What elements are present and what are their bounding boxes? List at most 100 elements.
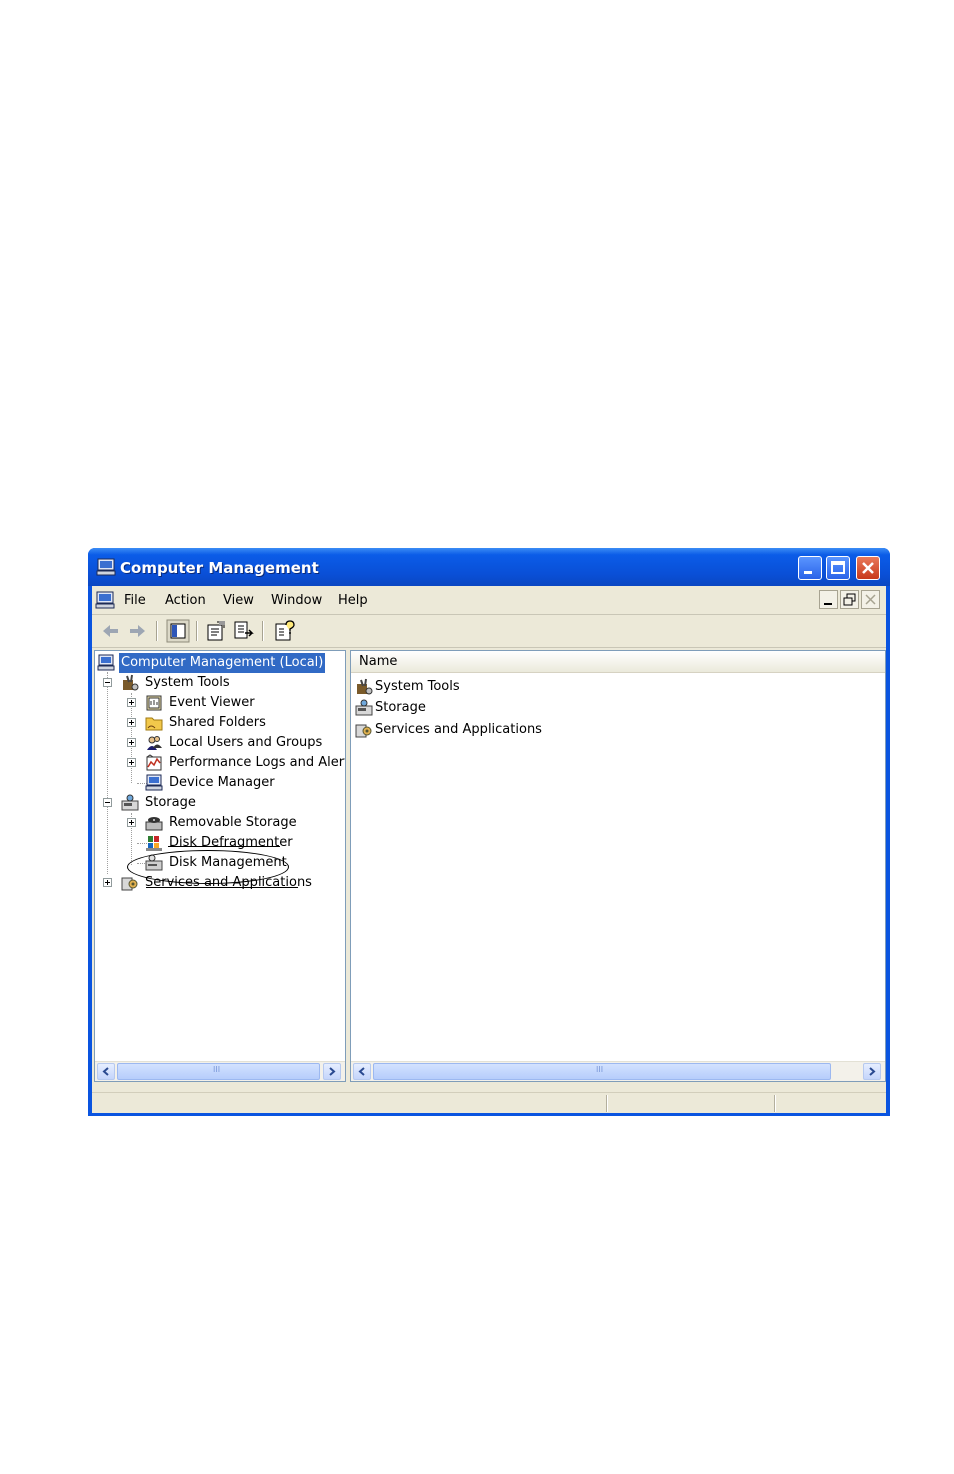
scroll-right-button[interactable] [863,1063,881,1080]
folder-icon [145,717,163,731]
expand-toggle[interactable] [127,718,136,727]
help-icon[interactable] [272,619,296,643]
maximize-icon [831,561,845,574]
collapse-toggle[interactable] [103,798,112,807]
column-label: Name [359,654,398,669]
system-tools-icon [123,674,139,691]
mdi-minimize-button[interactable] [819,590,838,609]
computer-icon[interactable] [95,591,115,609]
tree-label: Local Users and Groups [169,735,323,750]
tree-label: Performance Logs and Alerts [169,755,346,770]
storage-icon [355,699,373,716]
tree-item-removable-storage[interactable]: Removable Storage [145,813,335,833]
expand-toggle[interactable] [103,878,112,887]
list-pane[interactable]: Name System Tools Storage Services and A… [350,650,886,1082]
tree-line [107,672,109,874]
menu-view[interactable]: View [223,593,254,608]
strikethrough-annotation [168,846,280,847]
window-title: Computer Management [120,559,319,577]
show-hide-tree-icon[interactable] [166,619,190,643]
tree-item-disk-defragmenter[interactable]: Disk Defragmenter [145,833,335,853]
chevron-left-icon [358,1067,365,1076]
mdi-restore-button[interactable] [840,590,859,609]
list-horizontal-scrollbar[interactable]: III [351,1061,885,1081]
scroll-left-button[interactable] [353,1063,371,1080]
tree-item-system-tools[interactable]: System Tools [121,673,321,693]
chevron-left-icon [102,1067,109,1076]
back-icon[interactable] [98,619,122,643]
collapse-toggle[interactable] [103,678,112,687]
minimize-icon [804,571,812,574]
system-tools-icon [357,678,373,695]
list-item-storage[interactable]: Storage [355,698,555,718]
mdi-controls [819,590,881,610]
event-viewer-icon [146,695,162,711]
tree-label: Removable Storage [169,815,297,830]
tree-label: Device Manager [169,775,275,790]
title-bar[interactable]: Computer Management [88,548,890,586]
computer-icon [96,558,116,576]
close-icon [865,594,876,605]
scroll-thumb[interactable]: III [373,1063,831,1080]
tree-horizontal-scrollbar[interactable]: III [95,1061,345,1081]
properties-icon[interactable] [204,619,228,643]
forward-icon[interactable] [126,619,150,643]
list-label: System Tools [375,679,460,694]
device-manager-icon [145,774,163,791]
tree-item-computer-management[interactable]: Computer Management (Local) [97,653,327,673]
close-icon [862,562,874,574]
expand-toggle[interactable] [127,698,136,707]
close-button[interactable] [856,556,880,580]
tree-label: Computer Management (Local) [119,653,326,673]
mdi-close-button[interactable] [861,590,880,609]
expand-toggle[interactable] [127,818,136,827]
scroll-thumb[interactable]: III [117,1063,320,1080]
tree-item-storage[interactable]: Storage [121,793,321,813]
status-bar [92,1092,886,1113]
list-item-services-applications[interactable]: Services and Applications [355,720,575,740]
scroll-right-button[interactable] [323,1063,341,1080]
status-separator [774,1095,776,1112]
tree-label: Event Viewer [169,695,255,710]
status-separator [606,1095,608,1112]
minimize-button[interactable] [798,556,822,580]
removable-storage-icon [145,817,163,831]
menu-bar: File Action View Window Help [92,586,886,615]
scroll-left-button[interactable] [97,1063,115,1080]
chevron-right-icon [869,1067,876,1076]
list-item-system-tools[interactable]: System Tools [355,677,555,697]
tree-item-local-users[interactable]: Local Users and Groups [145,733,335,753]
menu-window[interactable]: Window [271,593,322,608]
computer-icon [97,654,115,671]
restore-icon [843,593,856,606]
client-area: File Action View Window Help Computer Ma… [92,586,886,1113]
services-icon [355,724,372,738]
maximize-button[interactable] [826,556,850,580]
toolbar-separator [196,621,198,641]
list-label: Storage [375,700,426,715]
disk-defragmenter-icon [146,836,162,851]
menu-action[interactable]: Action [165,593,206,608]
tree-label: Shared Folders [169,715,266,730]
expand-toggle[interactable] [127,738,136,747]
export-list-icon[interactable] [232,619,256,643]
column-header-name[interactable]: Name [351,651,885,673]
menu-file[interactable]: File [124,593,146,608]
scroll-grip: III [596,1065,604,1074]
tree-item-event-viewer[interactable]: Event Viewer [145,693,335,713]
minimize-icon [824,603,832,605]
tree-item-shared-folders[interactable]: Shared Folders [145,713,335,733]
users-icon [147,736,162,750]
tree-item-device-manager[interactable]: Device Manager [145,773,335,793]
tree-item-performance-logs[interactable]: Performance Logs and Alerts [145,753,345,773]
expand-toggle[interactable] [127,758,136,767]
menu-help[interactable]: Help [338,593,368,608]
toolbar-separator [262,621,264,641]
highlight-oval-annotation [127,850,289,884]
toolbar-separator [156,621,158,641]
scroll-grip: III [213,1065,221,1074]
services-icon [121,877,138,891]
performance-logs-icon [146,754,162,771]
toolbar [92,615,886,648]
storage-icon [121,794,139,811]
